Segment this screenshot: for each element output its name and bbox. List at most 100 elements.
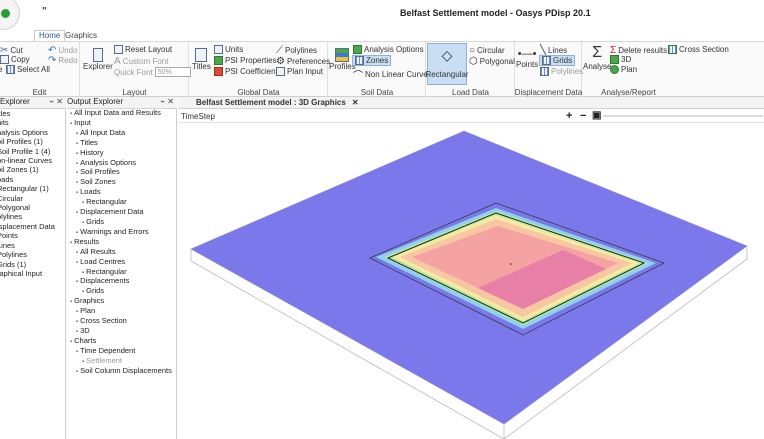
plan-button[interactable]: Plan [610,65,637,74]
analysis-options-icon [353,45,362,54]
points-button[interactable]: •—• Points [516,48,538,69]
explorer-button[interactable]: Explorer [83,48,113,71]
zoom-out-button[interactable]: − [580,110,586,122]
plan-input-icon [276,67,285,76]
input-tree-item[interactable]: isplacement Data [0,222,65,231]
output-tree-item-label: Loads [80,187,101,197]
reset-layout-button[interactable]: Reset Layout [114,45,172,54]
quick-access-toolbar[interactable]: " [42,6,47,17]
output-explorer-pin-close[interactable]: ⌁ ✕ [160,97,174,106]
output-tree-item-label: Time Dependent [80,345,136,355]
ribbon-group-layout: Explorer Reset Layout A Custom Font Quick… [81,42,191,98]
input-tree-item[interactable]: nits [0,118,65,127]
app-menu-button[interactable] [0,0,20,30]
fit-view-button[interactable]: ▣ [592,110,601,121]
analyse-button[interactable]: Σ Analyse [583,44,611,71]
ribbon-group-edit: ✂ Cut Copy e Select All ↶ Undo ↷ Redo Edit [0,42,80,98]
plan-icon [610,65,619,74]
output-tree-item-label: Displacement Data [80,207,144,217]
psi-properties-button[interactable]: PSI Properties [214,56,277,65]
three-d-button[interactable]: 3D [610,55,631,64]
ribbon-group-soil-data: Profiles Analysis Options Zones ⌒ Non Lin… [329,42,432,98]
cross-section-button[interactable]: Cross Section [668,45,729,54]
tree-node-icon: ▪ [82,358,85,365]
timestep-slider[interactable] [603,115,763,117]
points-icon: •—• [517,48,537,60]
explorer-icon [92,48,103,62]
displacement-polylines-button[interactable]: Polylines [540,67,583,76]
zoom-in-button[interactable]: + [566,110,572,122]
input-explorer-pin-close[interactable]: ⌁ ✕ [49,97,63,106]
circular-load-button[interactable]: ○ Circular [469,45,505,56]
copy-button[interactable]: Copy [0,55,30,64]
tree-node-icon: ▪ [76,319,79,326]
input-tree-item[interactable]: olylines [0,212,65,221]
zones-button[interactable]: Zones [352,55,392,66]
output-tree-item-label: Titles [80,137,98,147]
polygonal-load-button[interactable]: ⬡ Polygonal [469,56,515,67]
input-tree-item[interactable]: nalysis Options [0,128,65,137]
custom-font-button[interactable]: A Custom Font [114,56,168,67]
input-tree-item[interactable]: Polygonal [0,203,65,212]
input-tree-item[interactable]: Grids (1) [0,260,65,269]
input-tree-item[interactable]: Soil Profile 1 (4) [0,147,65,156]
ribbon-group-label-global-data: Global Data [237,88,280,97]
tree-node-icon: ▪ [76,229,79,236]
analysis-options-button[interactable]: Analysis Options [353,45,424,54]
ribbon-group-label-load-data: Load Data [452,88,489,97]
polylines-icon: ⟋ [276,45,283,56]
graphics-viewport-3d[interactable] [178,123,764,439]
titles-button[interactable]: Titles [192,48,211,71]
tree-node-icon: ▪ [76,170,79,177]
input-tree-item[interactable]: Polylines [0,250,65,259]
output-explorer-title: Output Explorer [67,97,124,106]
input-tree-item[interactable]: Points [0,231,65,240]
input-tree-item[interactable]: on-linear Curves [0,156,65,165]
redo-button[interactable]: ↷ Redo [48,55,78,66]
output-tree-item[interactable]: ▪ Displacements [67,276,176,287]
close-icon[interactable]: ✕ [352,98,359,107]
output-tree-item-label: All Results [80,246,116,256]
polylines-button[interactable]: ⟋ Polylines [276,45,317,56]
output-tree-item[interactable]: ▪ Soil Column Displacements [67,366,176,377]
input-tree-item[interactable]: Circular [0,194,65,203]
tree-node-icon: ▪ [76,368,79,375]
output-tree-item-label: All Input Data and Results [74,109,161,117]
gear-icon: ⚙ [276,56,285,67]
psi-coefficients-icon [214,67,223,76]
input-tree-item[interactable]: raphical Input [0,269,65,278]
plan-input-button[interactable]: Plan Input [276,67,323,76]
redo-icon: ↷ [48,55,57,66]
ribbon-group-label-displacement-data: Displacement Data [514,88,583,97]
output-tree-item[interactable]: ▪ Displacement Data [67,207,176,218]
ribbon: ✂ Cut Copy e Select All ↶ Undo ↷ Redo Edit … [0,41,764,98]
units-button[interactable]: Units [214,45,243,54]
settlement-3d-plot[interactable] [178,123,764,439]
input-tree-item[interactable]: Lines [0,241,65,250]
title-bar: " Belfast Settlement model - Oasys PDisp… [0,0,764,30]
input-tree-item[interactable]: oil Profiles (1) [0,137,65,146]
input-tree-item[interactable]: Rectangular (1) [0,184,65,193]
grids-button[interactable]: Grids [539,55,576,66]
select-all-button[interactable]: Select All [6,65,50,74]
paste-button[interactable]: e [0,65,2,74]
rectangular-load-button[interactable]: ◇ Rectangular [425,43,469,85]
reset-layout-icon [114,45,123,54]
grid-icon [542,56,551,65]
input-tree-item[interactable]: itles [0,109,65,118]
input-tree-item[interactable]: oil Zones (1) [0,165,65,174]
document-tab-3d-graphics[interactable]: Belfast Settlement model : 3D Graphics ✕ [192,97,363,109]
tree-node-icon: ▪ [70,338,73,345]
copy-icon [0,55,9,64]
output-tree-item-label: Soil Profiles [80,167,120,177]
tree-node-icon: ▪ [82,269,85,276]
output-explorer-header: Output Explorer ⌁ ✕ [67,97,177,109]
psi-coefficients-button[interactable]: PSI Coefficients [214,67,282,76]
non-linear-curves-button[interactable]: ⌒ Non Linear Curves [353,67,432,82]
tab-graphics[interactable]: Graphics [61,31,101,40]
output-tree-item-label: Grids [86,216,105,226]
input-tree-item[interactable]: oads [0,175,65,184]
preferences-button[interactable]: ⚙ Preferences [276,56,330,67]
quick-font-combo[interactable]: 50% [154,67,191,77]
tree-node-icon: ▪ [82,200,85,207]
